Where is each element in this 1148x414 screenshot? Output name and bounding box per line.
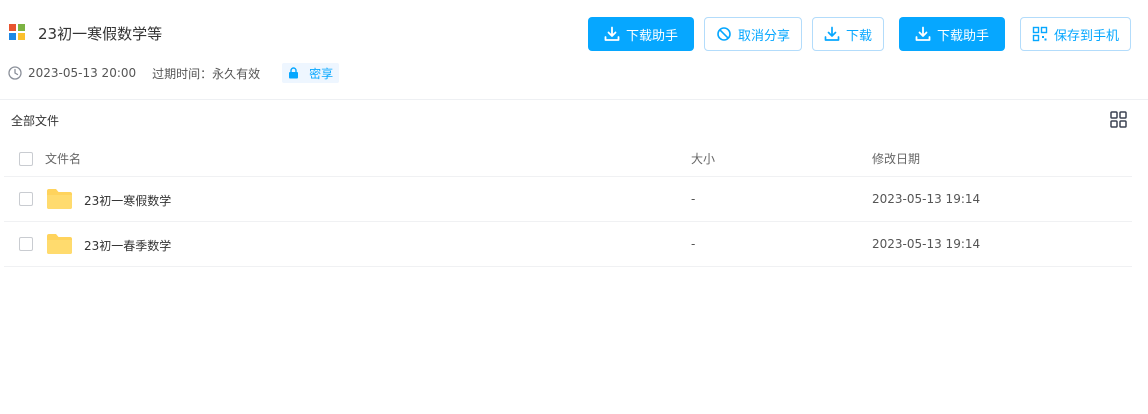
download-label: 下载 [845, 28, 872, 44]
download-button[interactable]: 下载 [812, 17, 884, 51]
share-logo-icon [9, 24, 25, 40]
file-name[interactable]: 23初一春季数学 [84, 237, 171, 254]
table-row[interactable]: 23初一春季数学 - 2023-05-13 19:14 [4, 222, 1132, 267]
share-meta: 2023-05-13 20:00 过期时间：永久有效 密享 [8, 63, 340, 83]
folder-icon [47, 189, 72, 209]
logo-square-yellow [18, 33, 25, 40]
cancel-share-button[interactable]: 取消分享 [704, 17, 802, 51]
folder-icon [47, 234, 72, 254]
file-size: - [691, 192, 696, 206]
download-helper-label: 下载助手 [625, 28, 678, 44]
created-time: 2023-05-13 20:00 [28, 66, 137, 80]
breadcrumb[interactable]: 全部文件 [11, 112, 59, 129]
logo-square-blue [9, 33, 16, 40]
download-helper-button-2[interactable]: 下载助手 [899, 17, 1005, 51]
column-header-name[interactable]: 文件名 [45, 150, 81, 167]
file-size: - [691, 237, 696, 251]
download-icon [604, 26, 620, 41]
download-helper-label: 下载助手 [936, 28, 989, 44]
select-all-checkbox[interactable] [19, 152, 33, 166]
file-modified: 2023-05-13 19:14 [872, 237, 981, 251]
grid-view-icon[interactable] [1110, 111, 1127, 128]
private-share-badge: 密享 [282, 63, 340, 83]
qr-code-icon [1032, 26, 1048, 42]
badge-label: 密享 [309, 66, 334, 81]
column-header-size[interactable]: 大小 [691, 150, 715, 167]
save-to-phone-button[interactable]: 保存到手机 [1020, 17, 1131, 51]
save-to-phone-label: 保存到手机 [1053, 28, 1119, 44]
file-name[interactable]: 23初一寒假数学 [84, 192, 171, 209]
logo-square-red [9, 24, 16, 31]
lock-icon [289, 67, 299, 79]
ban-icon [717, 27, 731, 41]
file-table-header: 文件名 大小 修改日期 [4, 140, 1132, 177]
file-modified: 2023-05-13 19:14 [872, 192, 981, 206]
page-title: 23初一寒假数学等 [38, 25, 163, 43]
logo-square-green [18, 24, 25, 31]
download-helper-button[interactable]: 下载助手 [588, 17, 694, 51]
table-row[interactable]: 23初一寒假数学 - 2023-05-13 19:14 [4, 177, 1132, 222]
cancel-share-label: 取消分享 [737, 28, 790, 44]
expiry-text: 过期时间：永久有效 [152, 66, 261, 81]
download-icon [824, 26, 840, 41]
clock-icon [8, 66, 22, 80]
row-checkbox[interactable] [19, 237, 33, 251]
row-checkbox[interactable] [19, 192, 33, 206]
column-header-modified[interactable]: 修改日期 [872, 150, 920, 167]
download-icon [915, 26, 931, 41]
